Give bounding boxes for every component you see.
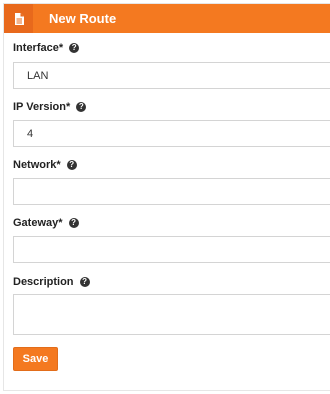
gateway-input[interactable] <box>13 236 330 263</box>
save-button[interactable]: Save <box>13 347 58 371</box>
network-input[interactable] <box>13 178 330 205</box>
network-label: Network* ? <box>13 158 77 172</box>
interface-label: Interface* ? <box>13 41 80 55</box>
description-textarea[interactable] <box>13 294 330 335</box>
help-icon[interactable]: ? <box>69 43 80 53</box>
description-label: Description ? <box>13 275 90 289</box>
help-icon[interactable]: ? <box>76 102 87 112</box>
interface-select[interactable]: LAN <box>13 62 330 89</box>
help-icon[interactable]: ? <box>79 277 90 287</box>
document-icon <box>4 4 33 33</box>
help-icon[interactable]: ? <box>66 160 77 170</box>
help-icon[interactable]: ? <box>68 218 79 228</box>
panel-title: New Route <box>49 11 117 26</box>
new-route-panel: New Route Interface* ? LAN IP Version* ?… <box>3 3 330 391</box>
panel-header: New Route <box>4 4 330 33</box>
ip-version-select[interactable]: 4 <box>13 120 330 147</box>
ip-version-label: IP Version* ? <box>13 100 87 114</box>
gateway-label: Gateway* ? <box>13 216 79 230</box>
